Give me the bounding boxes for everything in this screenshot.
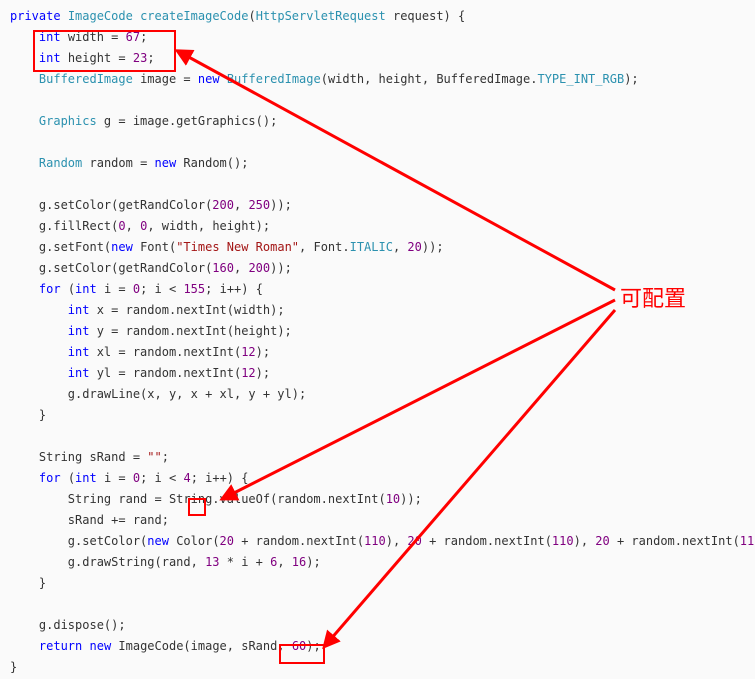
method-name: createImageCode bbox=[140, 9, 248, 23]
kw-new: new bbox=[155, 156, 177, 170]
kw-int: int bbox=[39, 51, 61, 65]
var-height: height bbox=[68, 51, 111, 65]
type-request: HttpServletRequest bbox=[256, 9, 386, 23]
val-width: 67 bbox=[126, 30, 140, 44]
expire-seconds: 60 bbox=[292, 639, 306, 653]
code-screenshot: { "code": { "line1_private": "private", … bbox=[0, 0, 755, 679]
kw-for: for bbox=[39, 471, 61, 485]
kw-return: return bbox=[39, 639, 82, 653]
val-height: 23 bbox=[133, 51, 147, 65]
type-imagecode: ImageCode bbox=[68, 9, 133, 23]
kw-new: new bbox=[90, 639, 112, 653]
var-width: width bbox=[68, 30, 104, 44]
kw-new: new bbox=[111, 240, 133, 254]
type-graphics: Graphics bbox=[39, 114, 97, 128]
kw-int: int bbox=[39, 30, 61, 44]
type-random: Random bbox=[39, 156, 82, 170]
kw-private: private bbox=[10, 9, 61, 23]
kw-new: new bbox=[147, 534, 169, 548]
string-empty: "" bbox=[147, 450, 161, 464]
code-block: private ImageCode createImageCode(HttpSe… bbox=[0, 0, 755, 679]
kw-new: new bbox=[198, 72, 220, 86]
const-type-int-rgb: TYPE_INT_RGB bbox=[537, 72, 624, 86]
string-font: "Times New Roman" bbox=[176, 240, 299, 254]
type-bufferedimage: BufferedImage bbox=[39, 72, 133, 86]
var-image: image bbox=[140, 72, 176, 86]
loop-limit-4: 4 bbox=[183, 471, 190, 485]
kw-for: for bbox=[39, 282, 61, 296]
arg-name: request bbox=[393, 9, 444, 23]
